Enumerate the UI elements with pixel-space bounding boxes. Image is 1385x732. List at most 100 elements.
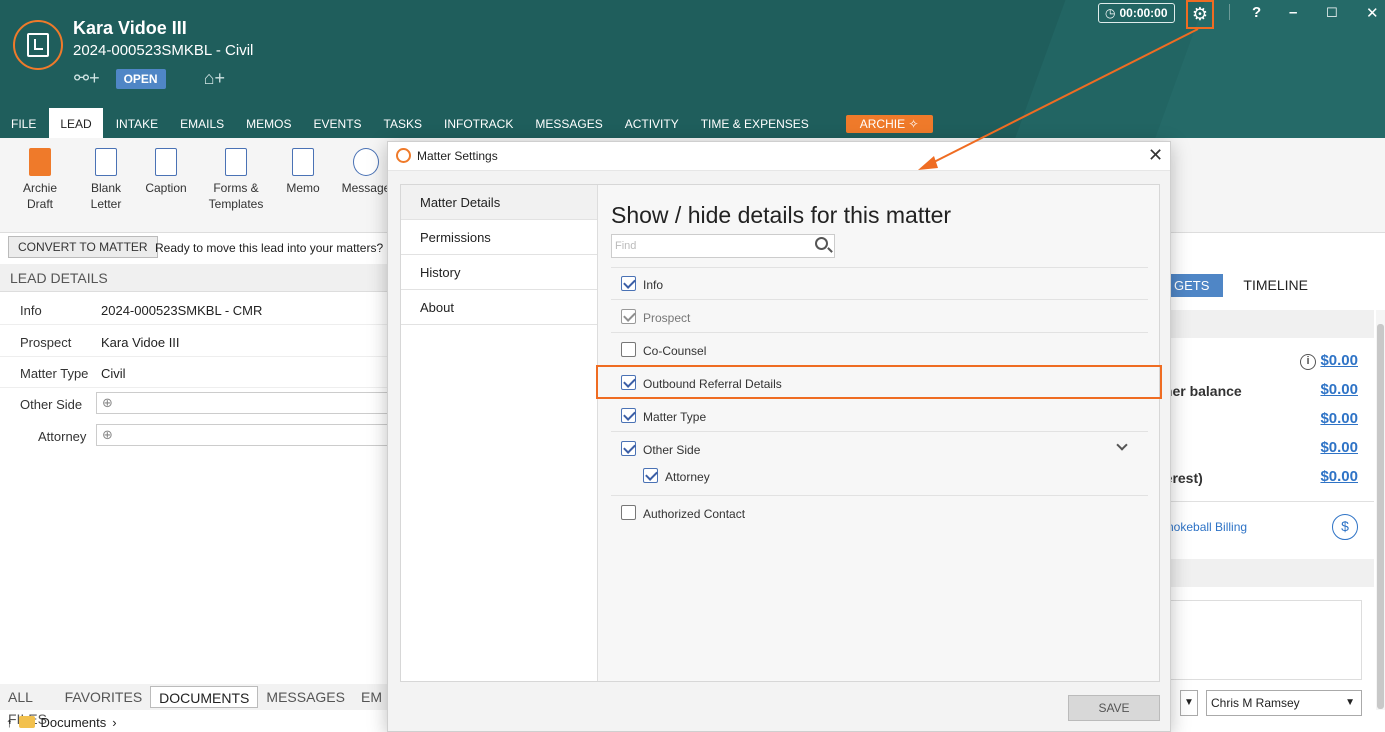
checkbox-attorney[interactable] bbox=[643, 468, 658, 483]
convert-row: CONVERT TO MATTER Ready to move this lea… bbox=[0, 235, 390, 261]
attorney-add-field[interactable]: ⊕ bbox=[96, 424, 390, 446]
detail-value[interactable]: Kara Vidoe III bbox=[101, 335, 180, 350]
other-side-add-field[interactable]: ⊕ bbox=[96, 392, 390, 414]
checkbox-info[interactable] bbox=[621, 276, 636, 291]
tab-tasks[interactable]: TASKS bbox=[373, 108, 433, 138]
message-button[interactable]: Message bbox=[341, 148, 391, 196]
divider bbox=[1160, 501, 1374, 502]
tab-lead[interactable]: LEAD bbox=[49, 108, 103, 138]
memo-icon bbox=[292, 148, 314, 176]
blank-letter-label-1: Blank bbox=[90, 181, 122, 195]
tab-messages[interactable]: MESSAGES bbox=[524, 108, 613, 138]
forms-templates-button[interactable]: Forms & Templates bbox=[205, 148, 267, 212]
tab-emails-files[interactable]: EM bbox=[353, 686, 390, 708]
setting-label: Matter Type bbox=[643, 410, 707, 424]
tab-memos[interactable]: MEMOS bbox=[235, 108, 302, 138]
caption-button[interactable]: Caption bbox=[142, 148, 190, 196]
detail-label: Other Side bbox=[20, 397, 83, 412]
amount-link[interactable]: $0.00 bbox=[1320, 381, 1358, 398]
convert-to-matter-button[interactable]: CONVERT TO MATTER bbox=[8, 236, 158, 258]
chevron-down-icon[interactable]: ▼ bbox=[1180, 690, 1198, 716]
blank-letter-button[interactable]: Blank Letter bbox=[84, 148, 128, 212]
archie-label: ARCHIE bbox=[859, 117, 906, 131]
setting-label: Co-Counsel bbox=[643, 344, 707, 358]
dialog-titlebar: Matter Settings ✕ bbox=[388, 142, 1170, 171]
tab-timeline[interactable]: TIMELINE bbox=[1243, 277, 1308, 293]
setting-item-outbound-referral: Outbound Referral Details bbox=[611, 365, 1148, 398]
relationship-add-icon[interactable]: ⚯+ bbox=[74, 68, 100, 89]
maximize-icon[interactable]: ☐ bbox=[1326, 5, 1338, 21]
setting-label: Outbound Referral Details bbox=[643, 377, 782, 391]
status-badge[interactable]: OPEN bbox=[115, 68, 166, 89]
setting-item-co-counsel: Co-Counsel bbox=[611, 332, 1148, 365]
tab-events[interactable]: EVENTS bbox=[303, 108, 373, 138]
detail-row-other-side: Other Side ⊕ bbox=[0, 388, 390, 419]
scrollbar-thumb[interactable] bbox=[1377, 324, 1384, 709]
checkbox-authorized-contact[interactable] bbox=[621, 505, 636, 520]
tab-archie[interactable]: ARCHIE ✧ bbox=[845, 115, 933, 133]
checkbox-outbound-referral[interactable] bbox=[621, 375, 636, 390]
right-pane: GETS TIMELINE i $0.00 iner balance $0.00… bbox=[1160, 264, 1385, 732]
amount-link[interactable]: $0.00 bbox=[1320, 352, 1358, 369]
setting-item-authorized-contact: Authorized Contact bbox=[611, 495, 1148, 528]
nav-about[interactable]: About bbox=[401, 290, 597, 325]
setting-item-other-side: Other Side Attorney bbox=[611, 431, 1148, 495]
tab-activity[interactable]: ACTIVITY bbox=[614, 108, 690, 138]
section-bar bbox=[1160, 310, 1374, 338]
nav-permissions[interactable]: Permissions bbox=[401, 220, 597, 255]
archie-draft-button[interactable]: Archie Draft bbox=[18, 148, 62, 212]
checkbox-co-counsel[interactable] bbox=[621, 342, 636, 357]
checkbox-other-side[interactable] bbox=[621, 441, 636, 456]
lead-details-header: LEAD DETAILS bbox=[0, 264, 390, 292]
tab-infotrack[interactable]: INFOTRACK bbox=[433, 108, 524, 138]
chevron-down-icon[interactable] bbox=[1116, 439, 1128, 451]
tab-documents[interactable]: DOCUMENTS bbox=[150, 686, 259, 708]
up-arrow-icon[interactable]: ↑ bbox=[6, 715, 13, 730]
notes-area[interactable] bbox=[1166, 600, 1362, 680]
memo-button[interactable]: Memo bbox=[282, 148, 324, 196]
chevron-right-icon[interactable]: › bbox=[112, 715, 116, 730]
matter-settings-dialog: Matter Settings ✕ Matter Details Permiss… bbox=[387, 141, 1171, 732]
detail-label: Info bbox=[20, 303, 42, 318]
setting-label: Authorized Contact bbox=[643, 507, 746, 521]
save-button[interactable]: SAVE bbox=[1068, 695, 1160, 721]
close-icon[interactable]: ✕ bbox=[1366, 4, 1379, 22]
user-select[interactable]: Chris M Ramsey ▼ bbox=[1206, 690, 1362, 716]
setting-item-matter-type: Matter Type bbox=[611, 398, 1148, 431]
search-icon[interactable] bbox=[815, 237, 828, 250]
billing-link[interactable]: nokeball Billing bbox=[1167, 520, 1247, 534]
find-input[interactable]: Find bbox=[611, 234, 835, 258]
dollar-icon[interactable]: $ bbox=[1332, 514, 1358, 540]
tab-messages-files[interactable]: MESSAGES bbox=[258, 686, 353, 708]
close-icon[interactable]: ✕ bbox=[1148, 145, 1163, 166]
detail-label: Prospect bbox=[20, 335, 72, 350]
detail-row-info: Info 2024-000523SMKBL - CMR bbox=[0, 294, 390, 325]
amount-link[interactable]: $0.00 bbox=[1320, 468, 1358, 485]
checkbox-matter-type[interactable] bbox=[621, 408, 636, 423]
minimize-icon[interactable]: – bbox=[1289, 4, 1297, 21]
amount-link[interactable]: $0.00 bbox=[1320, 410, 1358, 427]
amount-link[interactable]: $0.00 bbox=[1320, 439, 1358, 456]
budget-row: terest) $0.00 bbox=[1160, 464, 1374, 493]
tab-all-files[interactable]: ALL FILES bbox=[0, 686, 57, 727]
breadcrumb-item[interactable]: Documents bbox=[41, 715, 107, 730]
info-icon[interactable]: i bbox=[1300, 354, 1316, 370]
nav-matter-details[interactable]: Matter Details bbox=[401, 185, 597, 220]
help-icon[interactable]: ? bbox=[1252, 4, 1261, 21]
timer-button[interactable]: ◷ 00:00:00 bbox=[1098, 3, 1175, 23]
tab-favorites[interactable]: FAVORITES bbox=[57, 686, 151, 708]
timer-value: 00:00:00 bbox=[1119, 6, 1168, 20]
tab-time-expenses[interactable]: TIME & EXPENSES bbox=[690, 108, 820, 138]
tag-add-icon[interactable]: ⌂+ bbox=[204, 68, 225, 89]
breadcrumb: ↑ Documents › bbox=[0, 712, 390, 732]
nav-history[interactable]: History bbox=[401, 255, 597, 290]
setting-label: Prospect bbox=[643, 311, 691, 325]
tab-intake[interactable]: INTAKE bbox=[105, 108, 169, 138]
tab-file[interactable]: FILE bbox=[0, 108, 47, 138]
forms-label-1: Forms & bbox=[213, 181, 259, 195]
caption-icon bbox=[155, 148, 177, 176]
tab-emails[interactable]: EMAILS bbox=[169, 108, 235, 138]
scrollbar[interactable] bbox=[1376, 310, 1385, 710]
detail-value: 2024-000523SMKBL - CMR bbox=[101, 303, 263, 318]
gear-icon[interactable]: ⚙ bbox=[1186, 0, 1214, 29]
